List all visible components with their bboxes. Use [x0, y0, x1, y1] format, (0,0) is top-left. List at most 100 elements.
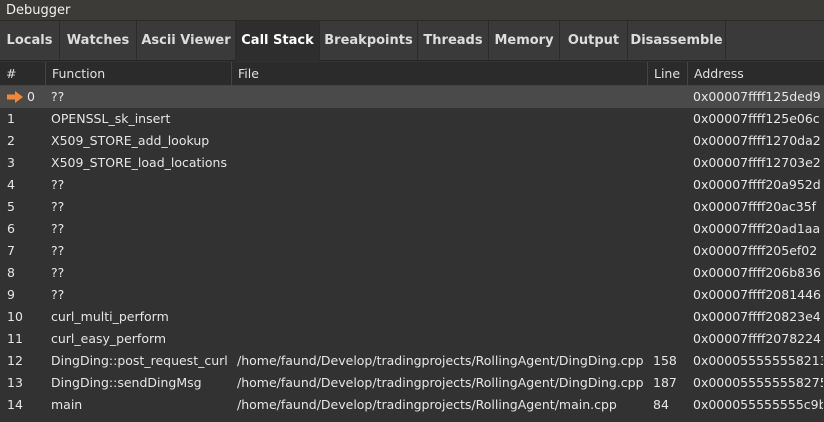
- frame-index: 8: [7, 265, 15, 280]
- frame-file: [237, 306, 647, 328]
- table-row[interactable]: 3 X509_STORE_load_locations 0x00007ffff127…: [0, 152, 824, 174]
- frame-function: ??: [51, 221, 65, 236]
- current-frame-arrow-icon: [7, 91, 23, 103]
- frame-file: [237, 108, 647, 130]
- tab-ascii-viewer[interactable]: Ascii Viewer: [137, 21, 236, 60]
- frame-file: /home/faund/Develop/tradingprojects/Roll…: [237, 375, 644, 390]
- frame-function: X509_STORE_load_locations: [51, 155, 227, 170]
- tab-watches[interactable]: Watches: [60, 21, 137, 60]
- table-row[interactable]: 13 DingDing::sendDingMsg/home/faund/Devel…: [0, 372, 824, 394]
- frame-index: 1: [7, 111, 15, 126]
- frame-address: 0x00007ffff125e06c: [693, 111, 820, 126]
- frame-file: [237, 174, 647, 196]
- frame-index: 14: [7, 397, 23, 412]
- call-stack-table: 0?? 0x00007ffff125ded9 1 OPENSSL_sk_insert 0…: [0, 86, 824, 422]
- tab-output[interactable]: Output: [560, 21, 628, 60]
- tab-memory[interactable]: Memory: [489, 21, 560, 60]
- frame-index: 9: [7, 287, 15, 302]
- table-row[interactable]: 11 curl_easy_perform 0x00007ffff2078224: [0, 328, 824, 350]
- debugger-window: Debugger Locals Watches Ascii Viewer Cal…: [0, 0, 824, 422]
- frame-index: 10: [7, 309, 23, 324]
- frame-line: [653, 240, 687, 262]
- frame-function: DingDing::post_request_curl: [51, 353, 228, 368]
- frame-address: 0x00007ffff20ad1aa: [693, 221, 821, 236]
- column-header-address[interactable]: Address: [687, 62, 824, 85]
- frame-line: [653, 174, 687, 196]
- table-row[interactable]: 12 DingDing::post_request_curl/home/faund…: [0, 350, 824, 372]
- frame-function: OPENSSL_sk_insert: [51, 111, 171, 126]
- frame-file: /home/faund/Develop/tradingprojects/Roll…: [237, 353, 644, 368]
- column-header-line[interactable]: Line: [647, 62, 687, 85]
- frame-file: [237, 240, 647, 262]
- table-header: # Function File Line Address: [0, 62, 824, 86]
- frame-line: 158: [653, 353, 677, 368]
- frame-file: /home/faund/Develop/tradingprojects/Roll…: [237, 397, 617, 412]
- frame-file: [237, 284, 647, 306]
- table-row[interactable]: 14 main/home/faund/Develop/tradingproject…: [0, 394, 824, 416]
- frame-index: 3: [7, 155, 15, 170]
- table-row[interactable]: 4?? 0x00007ffff20a952d: [0, 174, 824, 196]
- table-row[interactable]: 9?? 0x00007ffff2081446: [0, 284, 824, 306]
- frame-function: ??: [51, 177, 65, 192]
- column-header-file[interactable]: File: [231, 62, 647, 85]
- frame-line: [653, 108, 687, 130]
- frame-function: ??: [51, 287, 65, 302]
- table-row[interactable]: 1 OPENSSL_sk_insert 0x00007ffff125e06c: [0, 108, 824, 130]
- frame-function: ??: [51, 243, 65, 258]
- table-row[interactable]: 2 X509_STORE_add_lookup 0x00007ffff1270da2: [0, 130, 824, 152]
- frame-line: 84: [653, 397, 669, 412]
- tab-disassemble[interactable]: Disassemble: [628, 21, 726, 60]
- frame-address: 0x000055555555c9bf: [693, 397, 823, 412]
- tab-bar: Locals Watches Ascii Viewer Call Stack B…: [0, 21, 824, 61]
- frame-line: [653, 152, 687, 174]
- tab-bar-filler: [726, 21, 824, 60]
- window-title: Debugger: [6, 3, 71, 18]
- tab-breakpoints[interactable]: Breakpoints: [320, 21, 418, 60]
- table-row[interactable]: 5?? 0x00007ffff20ac35f: [0, 196, 824, 218]
- frame-file: [237, 218, 647, 240]
- frame-index: 5: [7, 199, 15, 214]
- frame-address: 0x00007ffff20a952d: [693, 177, 821, 192]
- frame-line: [653, 130, 687, 152]
- frame-file: [237, 152, 647, 174]
- frame-function: ??: [51, 265, 65, 280]
- tab-call-stack[interactable]: Call Stack: [236, 21, 320, 61]
- frame-index: 6: [7, 221, 15, 236]
- frame-file: [237, 130, 647, 152]
- frame-index: 11: [7, 331, 23, 346]
- frame-function: DingDing::sendDingMsg: [51, 375, 202, 390]
- tab-threads[interactable]: Threads: [418, 21, 489, 60]
- frame-address: 0x00007ffff2078224: [693, 331, 822, 346]
- frame-line: [653, 262, 687, 284]
- frame-index: 2: [7, 133, 15, 148]
- table-row[interactable]: 8?? 0x00007ffff206b836: [0, 262, 824, 284]
- frame-file: [237, 262, 647, 284]
- frame-function: ??: [51, 89, 65, 104]
- table-row[interactable]: 6?? 0x00007ffff20ad1aa: [0, 218, 824, 240]
- frame-address: 0x00007ffff20ac35f: [693, 199, 817, 214]
- frame-line: [653, 328, 687, 350]
- frame-address: 0x00007ffff205ef02: [693, 243, 818, 258]
- table-row-current-frame[interactable]: 0?? 0x00007ffff125ded9: [0, 86, 824, 108]
- frame-line: [653, 218, 687, 240]
- frame-line: [653, 284, 687, 306]
- column-header-function[interactable]: Function: [45, 62, 231, 85]
- frame-index: 7: [7, 243, 15, 258]
- frame-index: 12: [7, 353, 23, 368]
- frame-index: 0: [27, 89, 35, 104]
- frame-address: 0x00007ffff1270da2: [693, 133, 821, 148]
- table-row[interactable]: 10 curl_multi_perform 0x00007ffff20823e4: [0, 306, 824, 328]
- frame-file: [237, 328, 647, 350]
- column-header-index[interactable]: #: [0, 62, 45, 85]
- tab-locals[interactable]: Locals: [0, 21, 60, 60]
- frame-line: [653, 196, 687, 218]
- frame-index: 4: [7, 177, 15, 192]
- title-bar: Debugger: [0, 0, 824, 21]
- frame-address: 0x00007ffff125ded9: [693, 89, 821, 104]
- frame-address: 0x00007ffff206b836: [693, 265, 821, 280]
- frame-function: curl_easy_perform: [51, 331, 167, 346]
- frame-file: [237, 196, 647, 218]
- frame-file: [237, 86, 647, 108]
- frame-function: curl_multi_perform: [51, 309, 169, 324]
- table-row[interactable]: 7?? 0x00007ffff205ef02: [0, 240, 824, 262]
